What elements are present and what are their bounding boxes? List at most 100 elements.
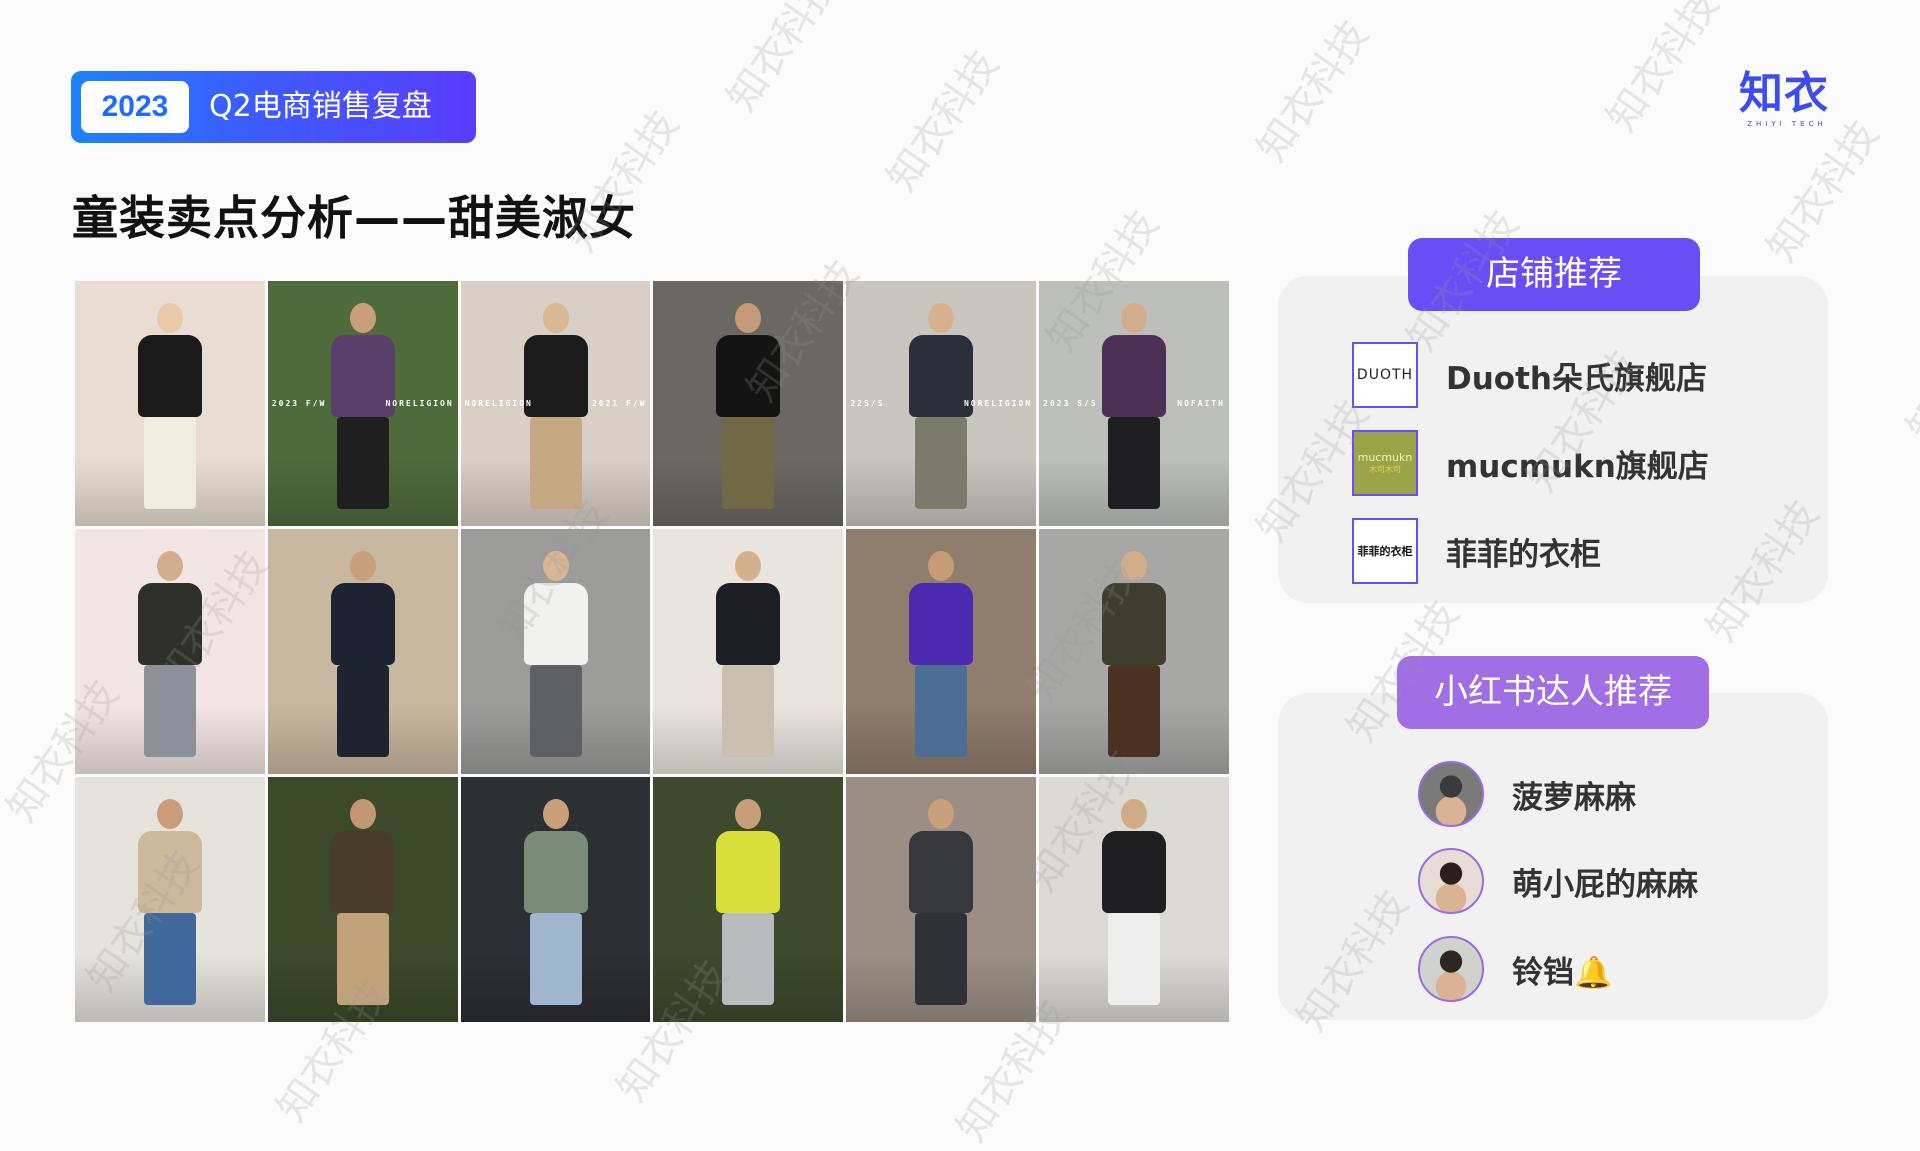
- outfit-photo: [846, 529, 1037, 774]
- model-top: [137, 583, 202, 665]
- outfit-photo: [267, 777, 458, 1022]
- model-top: [1102, 335, 1167, 417]
- model-top: [137, 335, 202, 417]
- photo-caption: NOFAITH: [1177, 398, 1225, 408]
- model-figure: [716, 551, 781, 757]
- model-head: [1121, 799, 1148, 829]
- outfit-photo: [267, 529, 458, 774]
- model-bottom: [722, 665, 775, 757]
- report-header-badge: 2023 Q2电商销售复盘: [71, 71, 476, 143]
- model-head: [156, 551, 183, 581]
- shop-item[interactable]: 菲菲的衣柜 菲菲的衣柜: [1352, 518, 1601, 584]
- model-bottom: [336, 913, 389, 1005]
- outfit-photo: [460, 777, 651, 1022]
- model-figure: [909, 799, 974, 1005]
- influencer-item[interactable]: 菠萝麻麻: [1418, 761, 1636, 827]
- influencer-name: 铃铛🔔: [1512, 954, 1613, 991]
- shop-logo-text: DUOTH: [1356, 367, 1414, 383]
- outfit-photo: [653, 281, 844, 526]
- model-figure: [137, 551, 202, 757]
- model-figure: [1102, 551, 1167, 757]
- model-bottom: [529, 913, 582, 1005]
- model-bottom: [915, 913, 968, 1005]
- influencer-name: 菠萝麻麻: [1512, 779, 1636, 816]
- model-head: [542, 799, 569, 829]
- model-head: [735, 303, 762, 333]
- model-figure: [1102, 799, 1167, 1005]
- shop-logo-feifei: 菲菲的衣柜: [1352, 518, 1418, 584]
- outfit-photo: [460, 529, 651, 774]
- model-top: [330, 583, 395, 665]
- watermark-text: 知衣科技: [1898, 292, 1920, 451]
- outfit-photo: [653, 777, 844, 1022]
- model-head: [349, 551, 376, 581]
- model-head: [928, 551, 955, 581]
- model-figure: [137, 303, 202, 509]
- photo-caption: 22S/S: [850, 398, 885, 408]
- outfit-photo: [1039, 777, 1229, 1022]
- model-figure: [716, 799, 781, 1005]
- avatar: [1418, 936, 1484, 1002]
- model-head: [542, 551, 569, 581]
- model-bottom: [1108, 913, 1161, 1005]
- model-bottom: [143, 913, 196, 1005]
- model-figure: [523, 551, 588, 757]
- model-figure: [330, 799, 395, 1005]
- model-bottom: [336, 417, 389, 509]
- model-figure: [330, 551, 395, 757]
- model-bottom: [1108, 417, 1161, 509]
- shop-name: Duoth朵氏旗舰店: [1446, 360, 1707, 397]
- model-figure: [1102, 303, 1167, 509]
- model-bottom: [336, 665, 389, 757]
- outfit-photo: [846, 777, 1037, 1022]
- model-figure: [523, 303, 588, 509]
- shop-item[interactable]: DUOTH Duoth朵氏旗舰店: [1352, 342, 1707, 408]
- model-top: [523, 335, 588, 417]
- model-head: [156, 799, 183, 829]
- influencer-item[interactable]: 铃铛🔔: [1418, 936, 1613, 1002]
- outfit-photo: 22S/S NORELIGION: [846, 281, 1037, 526]
- model-top: [1102, 583, 1167, 665]
- model-head: [542, 303, 569, 333]
- model-top: [523, 831, 588, 913]
- model-top: [330, 831, 395, 913]
- logo-wordmark: 知衣: [1739, 68, 1829, 119]
- outfit-photo: [75, 281, 265, 526]
- model-bottom: [529, 417, 582, 509]
- model-head: [735, 799, 762, 829]
- model-bottom: [915, 665, 968, 757]
- model-head: [1121, 551, 1148, 581]
- model-head: [735, 551, 762, 581]
- model-top: [909, 583, 974, 665]
- year-chip: 2023: [81, 81, 189, 133]
- avatar: [1418, 761, 1484, 827]
- shop-recommendation-header: 店铺推荐: [1408, 238, 1700, 311]
- company-logo: 知衣 ZHIYI TECH: [1739, 70, 1835, 132]
- outfit-photo: 2023 S/S NOFAITH: [1039, 281, 1229, 526]
- model-figure: [523, 799, 588, 1005]
- model-bottom: [722, 913, 775, 1005]
- influencer-item[interactable]: 萌小屁的麻麻: [1418, 848, 1698, 914]
- photo-caption: 2023 S/S: [1043, 398, 1098, 408]
- model-bottom: [143, 665, 196, 757]
- shop-logo-mucmukn: mucmukn 木可木可: [1352, 430, 1418, 496]
- model-head: [1121, 303, 1148, 333]
- model-top: [716, 583, 781, 665]
- photo-caption: 2021 F/W: [591, 398, 647, 408]
- model-top: [1102, 831, 1167, 913]
- model-top: [137, 831, 202, 913]
- model-head: [349, 303, 376, 333]
- model-bottom: [529, 665, 582, 757]
- page-title: 童装卖点分析——甜美淑女: [72, 191, 636, 245]
- report-title: Q2电商销售复盘: [209, 89, 432, 124]
- model-head: [349, 799, 376, 829]
- shop-name: 菲菲的衣柜: [1446, 536, 1601, 573]
- outfit-photo: 2023 F/W NORELIGION: [267, 281, 458, 526]
- shop-logo-text: 菲菲的衣柜: [1357, 545, 1413, 558]
- shop-item[interactable]: mucmukn 木可木可 mucmukn旗舰店: [1352, 430, 1709, 496]
- watermark-text: 知衣科技: [1248, 12, 1379, 171]
- model-bottom: [915, 417, 968, 509]
- shop-logo-subtext: 木可木可: [1369, 465, 1401, 474]
- shop-logo-duoth: DUOTH: [1352, 342, 1418, 408]
- outfit-photo: [1039, 529, 1229, 774]
